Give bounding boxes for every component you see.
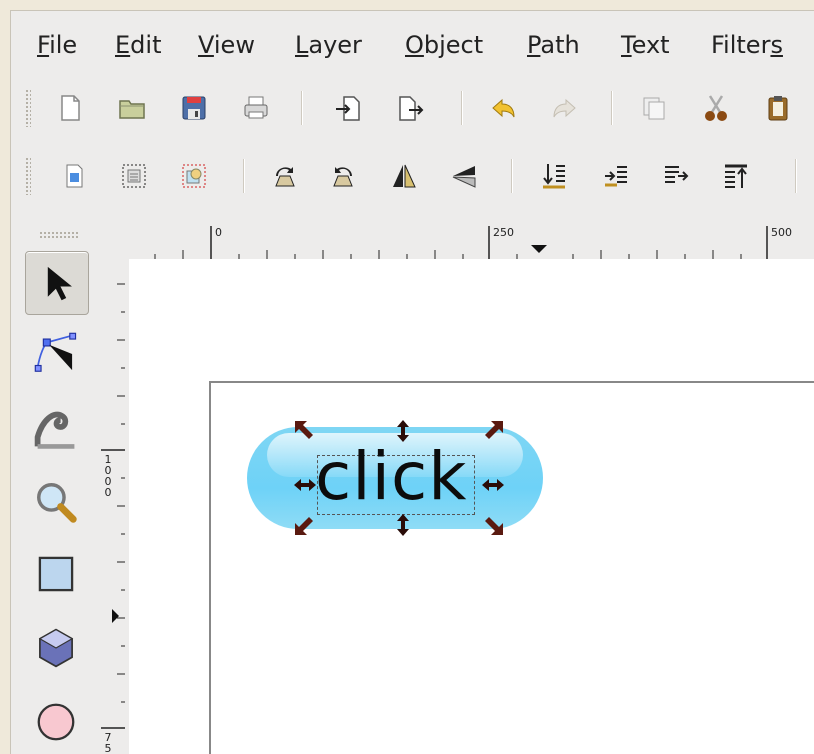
zoom-tool-button[interactable] xyxy=(25,471,87,533)
new-document-icon[interactable] xyxy=(53,91,87,125)
export-icon[interactable] xyxy=(393,91,427,125)
vertical-ruler-label-1000: 1 0 0 0 xyxy=(104,453,112,499)
deselect-icon[interactable] xyxy=(177,159,211,193)
cut-icon[interactable] xyxy=(699,91,733,125)
ruler-corner xyxy=(39,231,79,239)
print-icon[interactable] xyxy=(239,91,273,125)
toolbar-separator xyxy=(301,91,303,125)
rectangle-icon xyxy=(38,556,74,592)
raise-icon[interactable] xyxy=(659,159,693,193)
magnifier-icon xyxy=(37,483,77,523)
inkscape-window: File Edit View Layer Object Path Text Fi… xyxy=(10,10,814,754)
selector-arrow-icon xyxy=(47,266,72,301)
toolbar-separator xyxy=(243,159,245,193)
selector-toolbar xyxy=(11,149,814,203)
tweak-tool-button[interactable] xyxy=(25,397,87,459)
selector-tool-button[interactable] xyxy=(25,251,89,315)
3d-box-icon xyxy=(38,628,74,668)
menu-text[interactable]: Text xyxy=(621,31,670,59)
menu-edit[interactable]: Edit xyxy=(115,31,161,59)
scale-handle-right-icon[interactable] xyxy=(481,473,505,497)
select-all-icon[interactable] xyxy=(57,159,91,193)
raise-to-top-icon[interactable] xyxy=(719,159,753,193)
scale-handle-left-icon[interactable] xyxy=(293,473,317,497)
scale-handle-bottom-right-icon[interactable] xyxy=(481,513,505,537)
save-icon[interactable] xyxy=(177,91,211,125)
undo-icon[interactable] xyxy=(487,91,521,125)
rectangle-tool-button[interactable] xyxy=(25,543,87,605)
ruler-label-0: 0 xyxy=(215,226,222,239)
toolbar-separator xyxy=(461,91,463,125)
ruler-label-250: 250 xyxy=(493,226,514,239)
paste-icon[interactable] xyxy=(761,91,795,125)
scale-handle-top-icon[interactable] xyxy=(391,419,415,443)
import-icon[interactable] xyxy=(331,91,365,125)
rotate-cw-icon[interactable] xyxy=(327,159,361,193)
node-tool-button[interactable] xyxy=(25,323,87,385)
menu-filters[interactable]: Filters xyxy=(711,31,783,59)
lower-icon[interactable] xyxy=(599,159,633,193)
circle-tool-button[interactable] xyxy=(25,691,87,753)
3d-box-tool-button[interactable] xyxy=(25,617,87,679)
scale-handle-top-right-icon[interactable] xyxy=(481,419,505,443)
toolbar-separator xyxy=(611,91,613,125)
tweak-wave-icon xyxy=(34,411,75,449)
vertical-ruler-ticks xyxy=(101,283,125,729)
menu-view[interactable]: View xyxy=(198,31,255,59)
menu-layer[interactable]: Layer xyxy=(295,31,362,59)
toolbar-separator xyxy=(795,159,797,193)
scale-handle-bottom-left-icon[interactable] xyxy=(293,513,317,537)
rotate-ccw-icon[interactable] xyxy=(267,159,301,193)
button-label-text[interactable]: click xyxy=(315,437,467,517)
node-edit-icon xyxy=(34,332,77,372)
open-folder-icon[interactable] xyxy=(115,91,149,125)
scale-handle-top-left-icon[interactable] xyxy=(293,419,317,443)
drawing-canvas[interactable]: click xyxy=(129,259,814,754)
menu-bar: File Edit View Layer Object Path Text Fi… xyxy=(11,31,814,65)
commands-toolbar xyxy=(11,81,814,135)
vertical-ruler-label-75: 7 5 xyxy=(104,731,112,754)
toolbar-grip[interactable] xyxy=(25,89,31,127)
lower-to-bottom-icon[interactable] xyxy=(537,159,571,193)
ruler-label-500: 500 xyxy=(771,226,792,239)
duplicate-icon[interactable] xyxy=(637,91,671,125)
flip-horizontal-icon[interactable] xyxy=(387,159,421,193)
toolbar-separator xyxy=(511,159,513,193)
toolbar-grip[interactable] xyxy=(25,157,31,195)
scale-handle-bottom-icon[interactable] xyxy=(391,513,415,537)
menu-path[interactable]: Path xyxy=(527,31,580,59)
circle-icon xyxy=(37,703,75,741)
menu-file[interactable]: File xyxy=(37,31,77,59)
select-all-layers-icon[interactable] xyxy=(117,159,151,193)
menu-object[interactable]: Object xyxy=(405,31,483,59)
toolbox xyxy=(23,251,93,754)
flip-vertical-icon[interactable] xyxy=(447,159,481,193)
vertical-ruler[interactable]: 1 0 0 0 7 5 xyxy=(99,266,131,754)
redo-icon[interactable] xyxy=(547,91,581,125)
